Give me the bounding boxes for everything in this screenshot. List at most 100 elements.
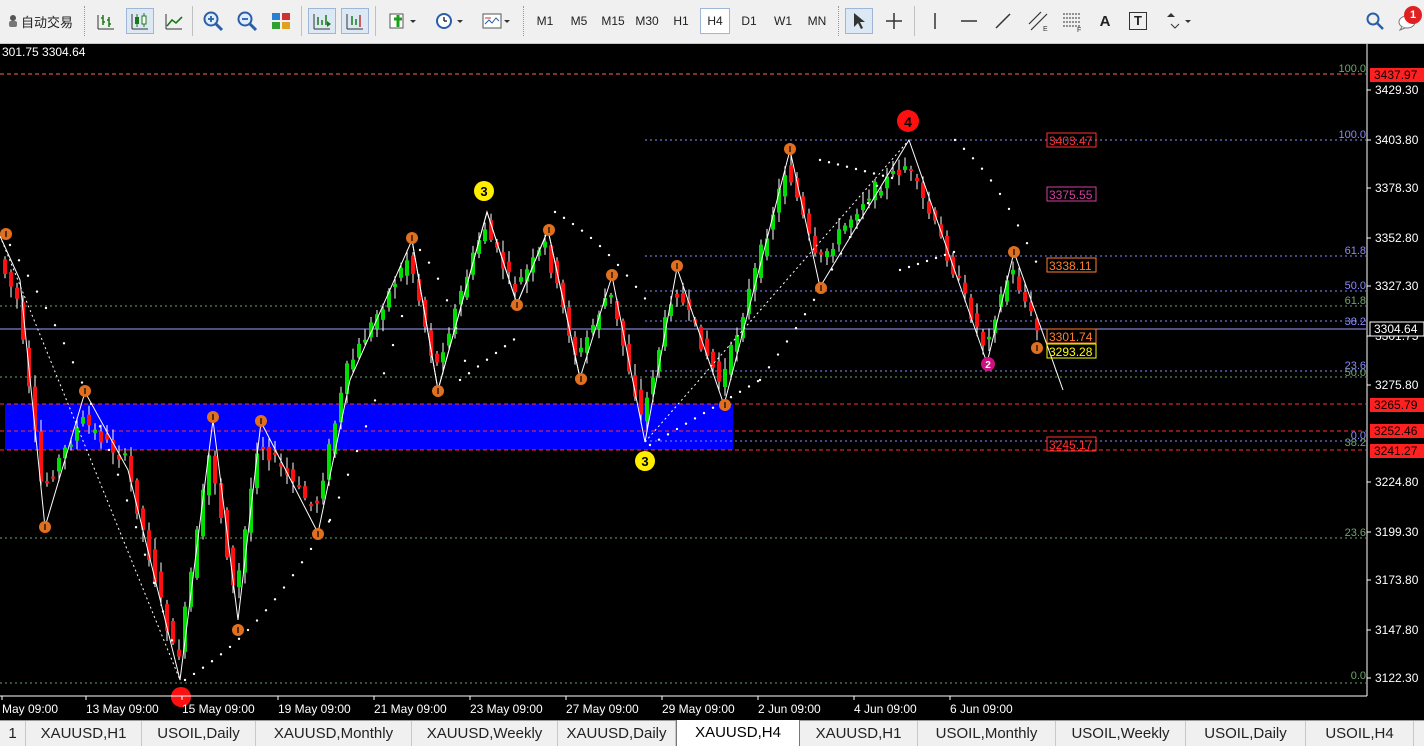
candle-body bbox=[975, 313, 979, 327]
candle-body bbox=[819, 252, 823, 255]
candle-body bbox=[1011, 269, 1015, 275]
sar-dot bbox=[952, 250, 956, 254]
sar-dot bbox=[836, 163, 840, 166]
sar-dot bbox=[62, 342, 66, 345]
sar-dot bbox=[255, 619, 259, 622]
sar-dot bbox=[803, 313, 807, 316]
timeframe-h4[interactable]: H4 bbox=[700, 8, 730, 34]
tile-windows-button[interactable] bbox=[268, 8, 294, 34]
fibonacci-tool-button[interactable]: F bbox=[1058, 8, 1086, 34]
text-label-tool-button[interactable]: T bbox=[1124, 8, 1152, 34]
sar-dot bbox=[934, 256, 938, 260]
chart-tab[interactable]: XAUUSD,Monthly bbox=[256, 721, 412, 746]
indicators-button[interactable] bbox=[383, 8, 423, 34]
candle-body bbox=[573, 336, 577, 356]
timeframe-w1[interactable]: W1 bbox=[768, 8, 798, 34]
price-chart[interactable]: 301.75 3304.64 100.0 100.0 61.8 50.0 61.… bbox=[0, 44, 1424, 720]
templates-button[interactable] bbox=[477, 8, 517, 34]
zoom-out-button[interactable] bbox=[234, 8, 260, 34]
sar-dot bbox=[346, 473, 350, 476]
chart-tab[interactable]: XAUUSD,H1 bbox=[800, 721, 918, 746]
chart-tab[interactable]: 1 bbox=[0, 721, 26, 746]
candle-body bbox=[3, 259, 7, 274]
chart-shift-button[interactable] bbox=[341, 8, 369, 34]
autotrade-button[interactable]: 自动交易 bbox=[0, 8, 80, 34]
cursor-tool-button[interactable] bbox=[845, 8, 873, 34]
periods-button[interactable] bbox=[430, 8, 470, 34]
candle-body bbox=[681, 293, 685, 303]
sar-dot bbox=[756, 379, 760, 383]
candle-body bbox=[93, 429, 97, 433]
timeframe-d1[interactable]: D1 bbox=[734, 8, 764, 34]
sar-dot bbox=[607, 253, 611, 257]
bar-chart-button[interactable] bbox=[93, 8, 119, 34]
text-tool-button[interactable]: A bbox=[1092, 8, 1118, 34]
sar-dot bbox=[219, 653, 223, 656]
candle-body bbox=[297, 485, 301, 488]
line-chart-button[interactable] bbox=[161, 8, 187, 34]
candle-body bbox=[51, 476, 55, 479]
candle-body bbox=[891, 170, 895, 174]
horizontal-line-tool-button[interactable] bbox=[955, 8, 983, 34]
candle-body bbox=[609, 294, 613, 298]
timeframe-m30[interactable]: M30 bbox=[632, 8, 662, 34]
axis-price-tag-label: 3241.27 bbox=[1374, 444, 1418, 458]
timeframe-m5[interactable]: M5 bbox=[564, 8, 594, 34]
trendline-tool-button[interactable] bbox=[989, 8, 1017, 34]
chart-tab[interactable]: USOIL,Daily bbox=[142, 721, 256, 746]
sar-dot bbox=[767, 366, 771, 369]
sar-dot bbox=[562, 216, 566, 220]
sar-dot bbox=[648, 443, 652, 447]
candle-body bbox=[507, 261, 511, 273]
search-button[interactable] bbox=[1362, 8, 1388, 34]
price-axis-label: 3224.80 bbox=[1375, 475, 1419, 489]
zoom-out-icon bbox=[237, 11, 258, 32]
arrows-tool-button[interactable] bbox=[1158, 8, 1198, 34]
candle-body bbox=[291, 469, 295, 482]
sar-dot bbox=[8, 243, 12, 247]
sar-dot bbox=[854, 167, 858, 171]
vertical-line-tool-button[interactable] bbox=[922, 8, 948, 34]
candlestick-button[interactable] bbox=[126, 8, 154, 34]
price-axis-label: 3147.80 bbox=[1375, 623, 1419, 637]
sar-dot bbox=[98, 425, 102, 428]
zoom-in-button[interactable] bbox=[200, 8, 226, 34]
chart-tab[interactable]: USOIL,Daily bbox=[1186, 721, 1306, 746]
crosshair-tool-button[interactable] bbox=[880, 8, 908, 34]
equidistant-channel-tool-button[interactable]: E bbox=[1023, 8, 1053, 34]
sar-dot bbox=[971, 157, 975, 160]
candle-body bbox=[87, 414, 91, 426]
search-icon bbox=[1366, 12, 1384, 30]
timeframe-h1[interactable]: H1 bbox=[666, 8, 696, 34]
chart-tab[interactable]: XAUUSD,Daily bbox=[558, 721, 676, 746]
chart-tab[interactable]: XAUUSD,Weekly bbox=[412, 721, 558, 746]
sar-dot bbox=[702, 411, 706, 415]
timeframe-mn[interactable]: MN bbox=[802, 8, 832, 34]
sar-dot bbox=[382, 372, 386, 375]
timeframe-m15[interactable]: M15 bbox=[598, 8, 628, 34]
candle-body bbox=[411, 255, 415, 274]
chart-tab[interactable]: XAUUSD,H1 bbox=[26, 721, 142, 746]
auto-scroll-button[interactable] bbox=[308, 8, 336, 34]
time-axis-label: 13 May 09:00 bbox=[86, 702, 159, 716]
sar-dot bbox=[282, 586, 286, 589]
sar-dot bbox=[291, 573, 295, 577]
chart-tab[interactable]: USOIL,Weekly bbox=[1056, 721, 1186, 746]
timeframe-m1[interactable]: M1 bbox=[530, 8, 560, 34]
sar-dot bbox=[116, 473, 120, 476]
price-axis-label: 3173.80 bbox=[1375, 573, 1419, 587]
sar-dot bbox=[35, 290, 39, 293]
sar-dot bbox=[881, 174, 885, 177]
sar-dot bbox=[17, 259, 21, 262]
sar-dot bbox=[866, 201, 870, 205]
chart-canvas[interactable]: 301.75 3304.64 100.0 100.0 61.8 50.0 61.… bbox=[0, 44, 1424, 720]
sar-dot bbox=[571, 222, 575, 226]
chart-tab[interactable]: XAUUSD,H4 bbox=[676, 720, 800, 746]
sar-dot bbox=[445, 299, 449, 302]
chart-tab[interactable]: USOIL,Monthly bbox=[918, 721, 1056, 746]
chart-tab[interactable]: USOIL,H4 bbox=[1306, 721, 1414, 746]
fib-label: 50.0 bbox=[1345, 367, 1366, 379]
sar-dot bbox=[400, 314, 404, 318]
candle-body bbox=[717, 361, 721, 382]
candlestick-icon bbox=[131, 13, 148, 30]
